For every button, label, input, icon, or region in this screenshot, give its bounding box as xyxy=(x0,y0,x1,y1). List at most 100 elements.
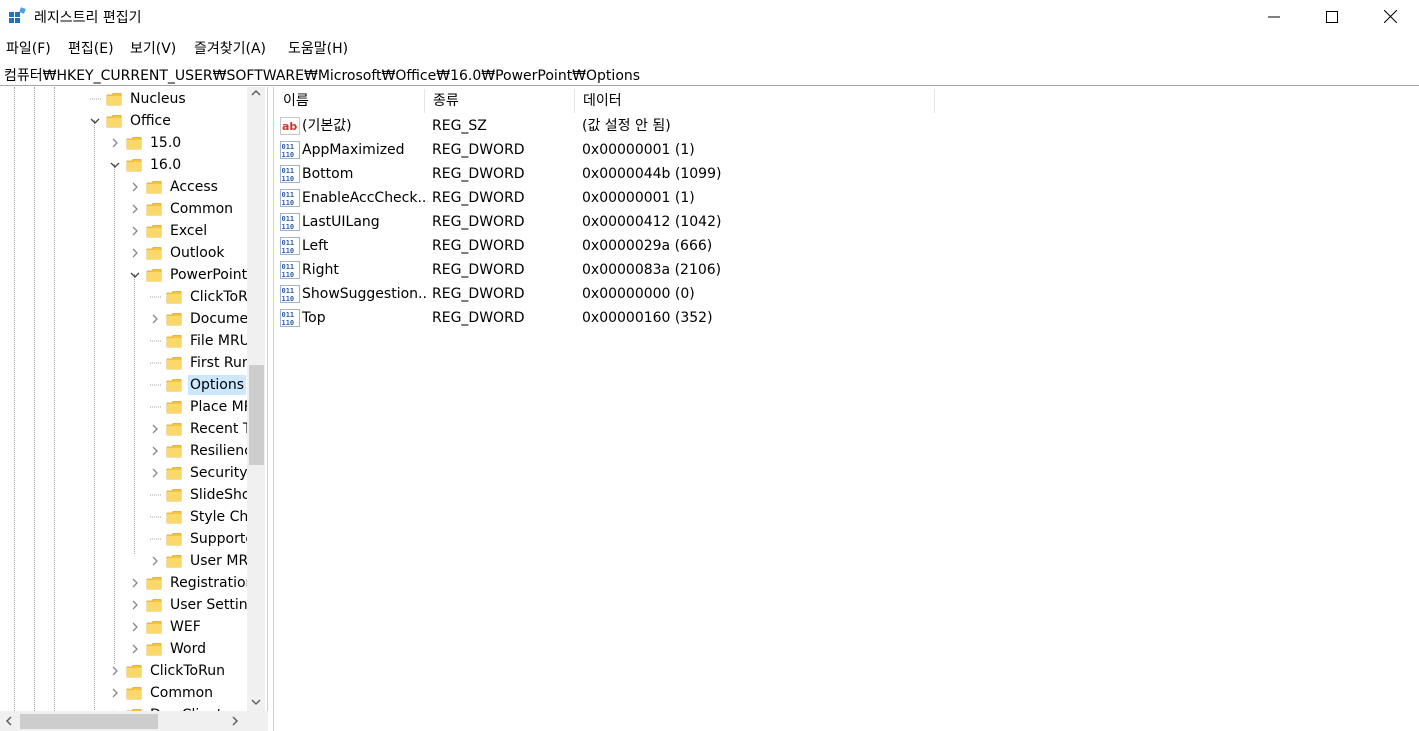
tree-node[interactable]: Access xyxy=(128,176,220,198)
menu-bar: 파일(F) 편집(E) 보기(V) 즐겨찾기(A) 도움말(H) xyxy=(0,36,1419,58)
tree-node[interactable]: WEF xyxy=(128,616,203,638)
value-row[interactable]: 011 110 AppMaximized REG_DWORD 0x00000001 (1… xyxy=(275,138,975,162)
tree-node[interactable]: Options xyxy=(148,374,247,396)
tree-node-label: User Setting xyxy=(170,597,257,613)
svg-text:011: 011 xyxy=(282,287,295,295)
tree-node[interactable]: Common xyxy=(128,198,235,220)
tree-horizontal-scrollbar[interactable] xyxy=(0,711,268,731)
value-name: Left xyxy=(302,238,329,254)
chevron-right-icon[interactable] xyxy=(128,198,142,220)
chevron-right-icon[interactable] xyxy=(148,308,162,330)
value-row[interactable]: 011 110 Right REG_DWORD 0x0000083a (2106) xyxy=(275,258,975,282)
value-list[interactable]: 이름 종류 데이터 ab (기본값) REG_SZ (값 설정 안 됨) 011 110 A… xyxy=(275,87,1419,731)
tree-node-label: Nucleus xyxy=(130,91,186,107)
chevron-right-icon[interactable] xyxy=(108,660,122,682)
tree-connector xyxy=(148,286,162,308)
tree-node[interactable]: First Run xyxy=(148,352,253,374)
tree-node[interactable]: PowerPoint xyxy=(128,264,249,286)
value-row[interactable]: 011 110 Bottom REG_DWORD 0x0000044b (1099) xyxy=(275,162,975,186)
pane-splitter[interactable] xyxy=(268,87,274,731)
svg-text:ab: ab xyxy=(282,120,297,133)
tree-node[interactable]: Excel xyxy=(128,220,209,242)
close-button[interactable] xyxy=(1361,0,1419,33)
chevron-right-icon[interactable] xyxy=(128,616,142,638)
tree-node[interactable]: ClickToRun xyxy=(108,660,227,682)
chevron-right-icon[interactable] xyxy=(148,440,162,462)
address-path[interactable]: 컴퓨터₩HKEY_CURRENT_USER₩SOFTWARE₩Microsoft… xyxy=(4,65,640,85)
maximize-button[interactable] xyxy=(1303,0,1361,33)
tree-node[interactable]: Outlook xyxy=(128,242,227,264)
tree-node[interactable]: 15.0 xyxy=(108,132,183,154)
value-name: LastUILang xyxy=(302,214,380,230)
menu-favorites[interactable]: 즐겨찾기(A) xyxy=(194,38,266,58)
column-header-type[interactable]: 종류 xyxy=(425,89,575,113)
folder-icon xyxy=(146,202,162,216)
scroll-left-icon[interactable] xyxy=(5,716,13,726)
tree-node[interactable]: SlideSho xyxy=(148,484,253,506)
tree-guide-line xyxy=(134,274,135,554)
tree-node[interactable]: File MRU xyxy=(148,330,252,352)
chevron-right-icon[interactable] xyxy=(108,682,122,704)
tree-node-label: Outlook xyxy=(170,245,225,261)
chevron-right-icon[interactable] xyxy=(128,220,142,242)
scroll-down-icon[interactable] xyxy=(251,698,261,706)
chevron-right-icon[interactable] xyxy=(148,462,162,484)
value-row[interactable]: 011 110 LastUILang REG_DWORD 0x00000412 (104… xyxy=(275,210,975,234)
tree-hscroll-thumb[interactable] xyxy=(20,714,158,729)
tree-connector xyxy=(148,396,162,418)
tree-node[interactable]: Common xyxy=(108,682,215,704)
folder-icon xyxy=(166,356,182,370)
chevron-right-icon[interactable] xyxy=(128,176,142,198)
address-bar[interactable]: 컴퓨터₩HKEY_CURRENT_USER₩SOFTWARE₩Microsoft… xyxy=(0,62,1419,86)
tree-vertical-scrollbar[interactable] xyxy=(247,87,265,711)
menu-help[interactable]: 도움말(H) xyxy=(288,38,348,58)
scroll-up-icon[interactable] xyxy=(251,89,261,97)
value-row[interactable]: ab (기본값) REG_SZ (값 설정 안 됨) xyxy=(275,114,975,138)
chevron-down-icon[interactable] xyxy=(108,154,122,176)
chevron-right-icon[interactable] xyxy=(128,638,142,660)
chevron-right-icon[interactable] xyxy=(148,418,162,440)
tree-node[interactable]: ClickToR xyxy=(148,286,250,308)
tree-node[interactable]: Security xyxy=(148,462,250,484)
menu-file[interactable]: 파일(F) xyxy=(6,38,51,58)
tree-node[interactable]: Recent T xyxy=(148,418,253,440)
tree-node[interactable]: Style Ch xyxy=(148,506,250,528)
column-header-data[interactable]: 데이터 xyxy=(575,89,935,113)
tree-node[interactable]: User MR xyxy=(148,550,250,572)
chevron-right-icon[interactable] xyxy=(128,594,142,616)
column-header-name[interactable]: 이름 xyxy=(275,89,425,113)
tree-node[interactable]: Supporte xyxy=(148,528,256,550)
minimize-button[interactable] xyxy=(1245,0,1303,33)
tree-node[interactable]: 16.0 xyxy=(108,154,183,176)
folder-icon xyxy=(146,246,162,260)
value-type: REG_SZ xyxy=(432,118,487,134)
chevron-right-icon[interactable] xyxy=(128,572,142,594)
folder-icon xyxy=(166,532,182,546)
value-type: REG_DWORD xyxy=(432,286,525,302)
folder-icon xyxy=(166,444,182,458)
tree-node[interactable]: Resilienc xyxy=(148,440,254,462)
key-tree[interactable]: Nucleus Office 15.0 16.0 Access Common Excel Ou… xyxy=(0,87,268,731)
scroll-right-icon[interactable] xyxy=(231,716,239,726)
tree-node[interactable]: Office xyxy=(88,110,173,132)
tree-node[interactable]: Word xyxy=(128,638,208,660)
value-row[interactable]: 011 110 EnableAccCheck... REG_DWORD 0x000000… xyxy=(275,186,975,210)
chevron-right-icon[interactable] xyxy=(128,242,142,264)
menu-view[interactable]: 보기(V) xyxy=(130,38,176,58)
tree-guide-line xyxy=(34,87,35,731)
tree-node[interactable]: Docume xyxy=(148,308,250,330)
tree-connector xyxy=(148,506,162,528)
value-row[interactable]: 011 110 ShowSuggestion... REG_DWORD 0x000000… xyxy=(275,282,975,306)
tree-node[interactable]: Registration xyxy=(128,572,256,594)
tree-node[interactable]: User Setting xyxy=(128,594,259,616)
chevron-right-icon[interactable] xyxy=(108,132,122,154)
chevron-right-icon[interactable] xyxy=(148,550,162,572)
value-row[interactable]: 011 110 Top REG_DWORD 0x00000160 (352) xyxy=(275,306,975,330)
tree-node[interactable]: Nucleus xyxy=(88,88,188,110)
menu-edit[interactable]: 편집(E) xyxy=(68,38,114,58)
value-row[interactable]: 011 110 Left REG_DWORD 0x0000029a (666) xyxy=(275,234,975,258)
tree-vscroll-thumb[interactable] xyxy=(249,365,264,465)
tree-node[interactable]: Place MR xyxy=(148,396,255,418)
chevron-down-icon[interactable] xyxy=(88,110,102,132)
chevron-down-icon[interactable] xyxy=(128,264,142,286)
